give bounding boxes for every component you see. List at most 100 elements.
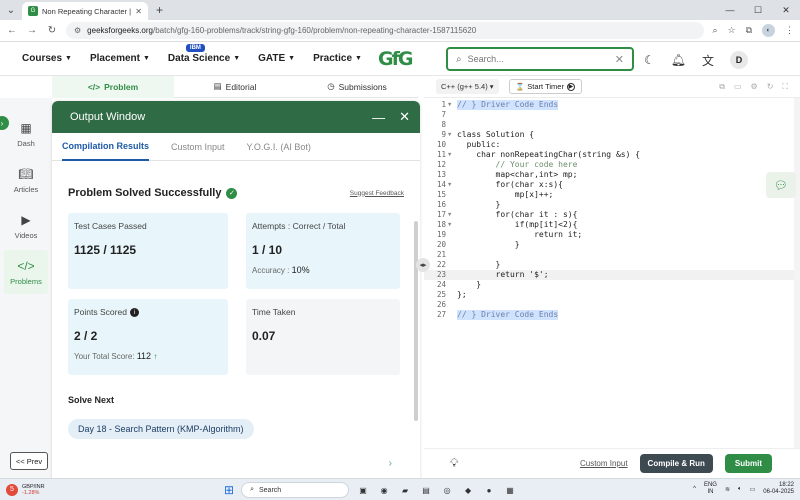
maximize-icon[interactable]: ☐ <box>744 0 772 20</box>
fullscreen-icon[interactable]: ⛶ <box>782 82 788 92</box>
fold-arrow-icon[interactable]: ▼ <box>448 220 451 230</box>
code-line[interactable]: 17 ▼ for(char it : s){ <box>424 210 800 220</box>
editor-scrollbar[interactable] <box>794 98 800 448</box>
suggest-feedback-link[interactable]: Suggest Feedback <box>350 190 404 197</box>
next-problem-chip[interactable]: Day 18 - Search Pattern (KMP-Algorithm) <box>68 419 254 439</box>
close-output-icon[interactable]: ✕ <box>399 109 410 125</box>
volume-icon[interactable]: 🔈︎ <box>738 486 742 493</box>
code-line[interactable]: 9 ▼ class Solution { <box>424 130 800 140</box>
windows-start-icon[interactable]: ⊞ <box>224 483 234 497</box>
avatar[interactable]: D <box>730 51 749 69</box>
code-line[interactable]: 20 } <box>424 240 800 250</box>
info-icon[interactable]: i <box>129 308 139 318</box>
zoom-icon[interactable]: ⌕ <box>712 25 717 36</box>
code-line[interactable]: 10 public: <box>424 140 800 150</box>
copy-icon[interactable]: ⧉ <box>719 82 725 92</box>
clear-search-icon[interactable]: ✕ <box>615 53 624 66</box>
code-line[interactable]: 26 <box>424 300 800 310</box>
fold-arrow-icon[interactable]: ▼ <box>448 130 451 140</box>
minimize-window-icon[interactable]: — <box>372 110 385 125</box>
chat-icon[interactable]: 💬︎ <box>766 172 796 198</box>
fold-arrow-icon[interactable]: ▼ <box>448 100 451 110</box>
wifi-icon[interactable]: ≋ <box>725 486 730 493</box>
tab-compilation-results[interactable]: Compilation Results <box>62 133 150 161</box>
sidebar-item-dash[interactable]: ▦ Dash <box>4 112 48 156</box>
tab-editorial[interactable]: ▤ Editorial <box>174 76 296 98</box>
forward-icon[interactable]: → <box>26 25 38 36</box>
settings-icon[interactable]: ⚙ <box>751 82 758 92</box>
dark-mode-icon[interactable]: ☾ <box>644 53 655 67</box>
ticker-widget[interactable]: 5 GBP/INR -1.28% <box>6 483 86 496</box>
code-line[interactable]: 12 // Your code here <box>424 160 800 170</box>
file-icon[interactable]: ▭ <box>734 82 742 92</box>
sidebar-item-videos[interactable]: ▶ Videos <box>4 204 48 248</box>
search-box[interactable]: ⌕ ✕ <box>446 47 634 71</box>
compile-run-button[interactable]: Compile & Run <box>639 454 713 473</box>
code-line[interactable]: 23 return '$'; <box>424 270 800 280</box>
reset-icon[interactable]: ↻ <box>767 82 774 92</box>
code-line[interactable]: 7 <box>424 110 800 120</box>
bookmark-star-icon[interactable]: ☆ <box>727 25 735 36</box>
tab-yogi-bot[interactable]: Y.O.G.I. (AI Bot) <box>247 133 311 161</box>
language-select[interactable]: C++ (g++ 5.4) ▾ <box>436 79 499 94</box>
code-line[interactable]: 22 } <box>424 260 800 270</box>
app-icon[interactable]: ◆ <box>461 483 475 497</box>
clock[interactable]: 18:22 06-04-2025 <box>763 482 794 496</box>
code-line[interactable]: 11 ▼ char nonRepeatingChar(string &s) { <box>424 150 800 160</box>
minimize-icon[interactable]: — <box>716 0 744 20</box>
code-line[interactable]: 16 } <box>424 200 800 210</box>
reload-icon[interactable]: ↻ <box>46 25 58 36</box>
back-icon[interactable]: ← <box>6 25 18 36</box>
nav-data-science[interactable]: IBM Data Science ▼ <box>168 44 240 64</box>
browser-menu-icon[interactable]: ⋮ <box>785 25 794 36</box>
language-indicator[interactable]: ENG IN <box>704 482 717 496</box>
lightbulb-icon[interactable]: 💡︎ <box>450 456 458 471</box>
nav-practice[interactable]: Practice ▼ <box>313 53 362 64</box>
code-line[interactable]: 14 ▼ for(char x:s){ <box>424 180 800 190</box>
code-editor[interactable]: 1 ▼// } Driver Code Ends 7 8 9 ▼ class Solutio… <box>424 98 800 448</box>
nav-gate[interactable]: GATE ▼ <box>258 53 295 64</box>
split-resize-handle[interactable]: ◂▸ <box>416 258 430 272</box>
nav-placement[interactable]: Placement ▼ <box>90 53 150 64</box>
bell-icon[interactable]: 🔔︎ <box>671 53 686 67</box>
gfg-logo[interactable]: GfG <box>378 48 413 70</box>
code-line[interactable]: 19 return it; <box>424 230 800 240</box>
code-line[interactable]: 27 // } Driver Code Ends <box>424 310 800 320</box>
fold-arrow-icon[interactable]: ▼ <box>448 180 451 190</box>
search-input[interactable] <box>467 54 609 64</box>
code-line[interactable]: 21 <box>424 250 800 260</box>
fold-arrow-icon[interactable]: ▼ <box>448 210 451 220</box>
battery-icon[interactable]: ▭ <box>750 486 756 493</box>
edge-icon[interactable]: ◉ <box>377 483 391 497</box>
app-icon[interactable]: ▦ <box>503 483 517 497</box>
sidebar-item-articles[interactable]: 📖︎ Articles <box>4 158 48 202</box>
start-timer-button[interactable]: ⌛ Start Timer ▶ <box>508 79 582 94</box>
spotify-icon[interactable]: ● <box>482 483 496 497</box>
tab-custom-input[interactable]: Custom Input <box>171 133 225 161</box>
tab-list-icon[interactable]: ⌄ <box>0 0 22 20</box>
code-line[interactable]: 1 ▼ // } Driver Code Ends <box>424 100 800 110</box>
output-scrollbar[interactable] <box>414 221 418 421</box>
extensions-icon[interactable]: ⧉ <box>746 25 752 36</box>
url-bar[interactable]: ⚙ geeksforgeeks.org/batch/gfg-160-proble… <box>66 22 705 39</box>
tab-problem[interactable]: </> Problem <box>52 75 174 98</box>
store-icon[interactable]: ▤ <box>419 483 433 497</box>
translate-icon[interactable]: 文 <box>702 52 714 69</box>
taskbar-search[interactable]: ⌕ Search <box>241 482 350 498</box>
code-line[interactable]: 13 map<char,int> mp; <box>424 170 800 180</box>
custom-input-link[interactable]: Custom Input <box>580 459 628 468</box>
site-info-icon[interactable]: ⚙ <box>74 26 81 35</box>
code-line[interactable]: 25}; <box>424 290 800 300</box>
code-line[interactable]: 24 } <box>424 280 800 290</box>
prev-button[interactable]: << Prev <box>10 452 48 470</box>
browser-tab[interactable]: G Non Repeating Character | Pra ✕ <box>22 2 148 20</box>
code-line[interactable]: 8 <box>424 120 800 130</box>
close-window-icon[interactable]: ✕ <box>772 0 800 20</box>
folder-icon[interactable]: ▰ <box>398 483 412 497</box>
tray-chevron-icon[interactable]: ^ <box>693 486 696 492</box>
submit-button[interactable]: Submit <box>724 454 772 473</box>
sidebar-item-problems[interactable]: </> Problems <box>4 250 48 294</box>
tab-submissions[interactable]: ◷ Submissions <box>296 76 418 98</box>
close-tab-icon[interactable]: ✕ <box>135 7 142 16</box>
new-tab-icon[interactable]: + <box>156 3 163 17</box>
